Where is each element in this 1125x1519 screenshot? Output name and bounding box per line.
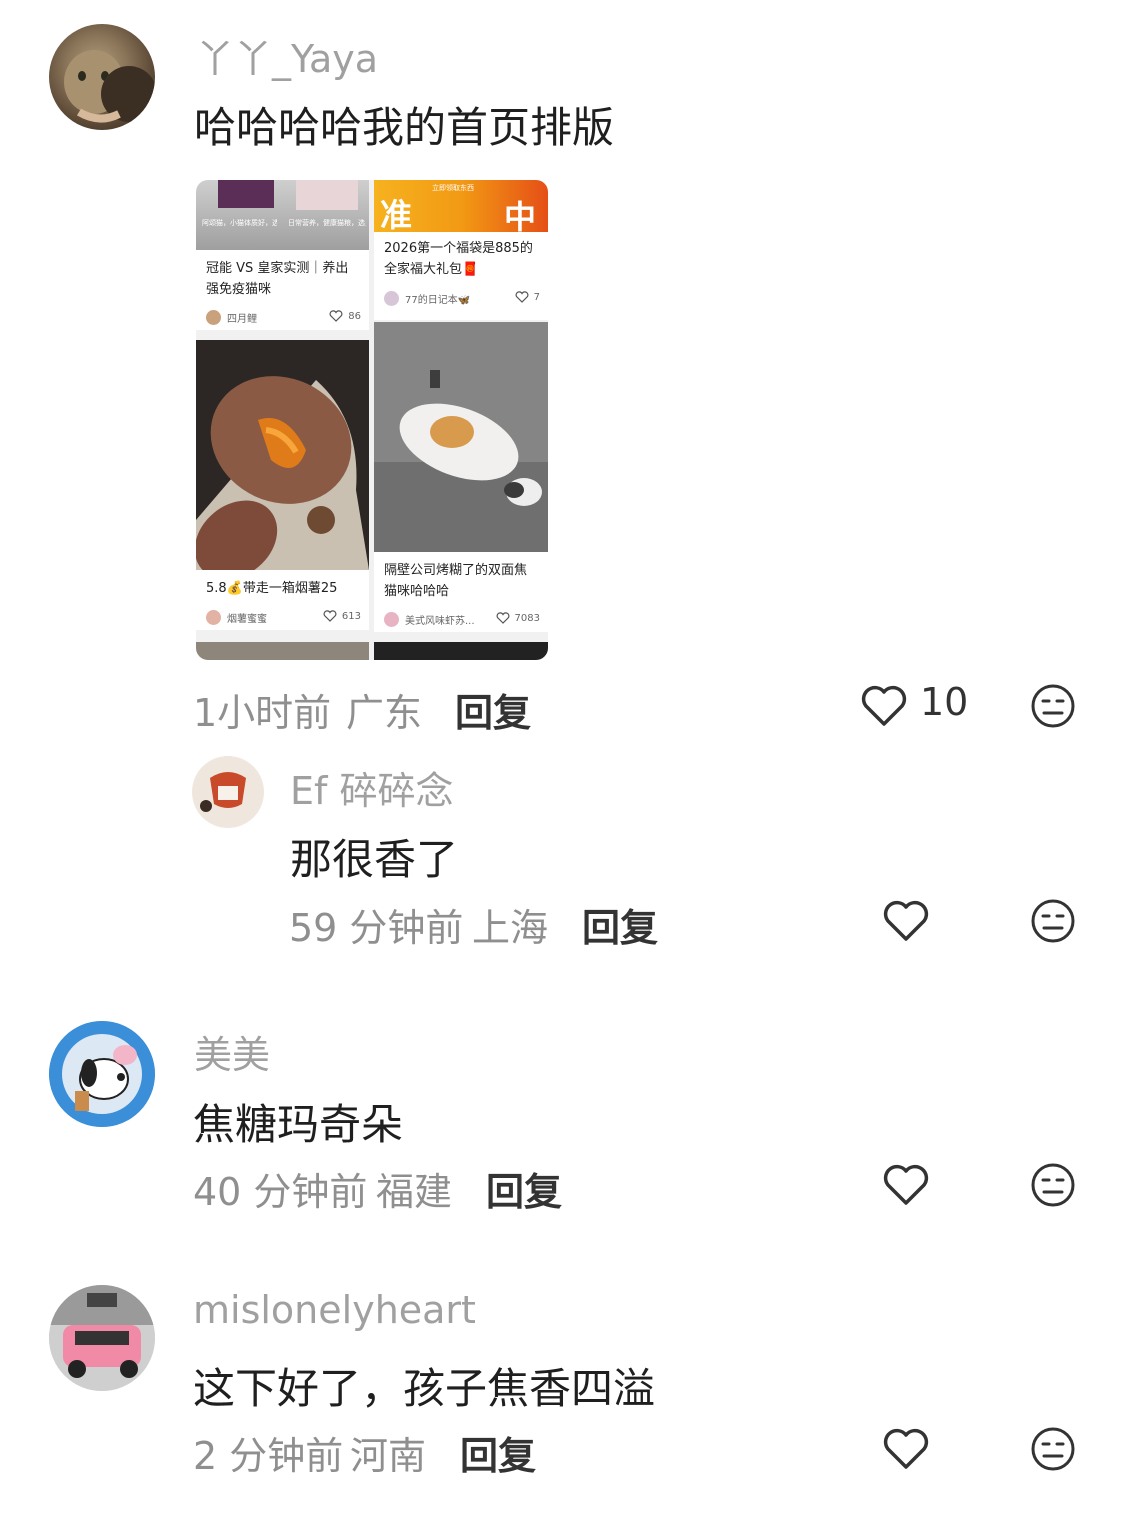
card-likes: 86 — [348, 310, 361, 322]
car-avatar-image — [49, 1285, 155, 1391]
card-likes: 7083 — [514, 612, 540, 624]
avatar[interactable] — [49, 1021, 155, 1127]
dislike-face-icon[interactable] — [1030, 1426, 1076, 1472]
feed-card: 立即领取东西 准 中 2026第一个福袋是885的全家福大礼包🧧 77的日记本🦋… — [374, 180, 548, 320]
sweet-potato-photo — [196, 340, 369, 580]
snoopy-avatar-image — [49, 1021, 155, 1127]
heart-icon — [515, 291, 529, 303]
card-author: 烟薯蜜蜜 — [227, 614, 267, 625]
reply-button[interactable]: 回复 — [455, 682, 531, 737]
comment-time: 1小时前 — [193, 691, 332, 735]
dislike-face-icon[interactable] — [1030, 1162, 1076, 1208]
feed-card: 隔壁公司烤糊了的双面焦猫咪哈哈哈 美式风味虾苏... 7083 — [374, 322, 548, 632]
comment-text: 那很香了 — [290, 835, 459, 884]
comment-username[interactable]: 丫丫_Yaya — [196, 28, 378, 83]
feed-card-partial — [374, 642, 548, 660]
comment-location: 河南 — [350, 1434, 427, 1478]
comment-time: 59 分钟前 — [289, 906, 464, 950]
reply-button[interactable]: 回复 — [582, 897, 658, 952]
comment-text: 焦糖玛奇朵 — [193, 1100, 404, 1149]
author-avatar — [206, 610, 221, 625]
card-author: 四月鲤 — [227, 314, 257, 325]
comment-text: 哈哈哈哈我的首页排版 — [194, 103, 615, 152]
avatar[interactable] — [49, 1285, 155, 1391]
card-likes: 7 — [533, 291, 540, 303]
card-title: 2026第一个福袋是885的全家福大礼包🧧 — [384, 241, 533, 277]
avatar[interactable] — [49, 24, 155, 130]
comment-location: 福建 — [376, 1170, 453, 1214]
avatar[interactable] — [192, 756, 264, 828]
author-avatar — [384, 612, 399, 627]
comment-username[interactable]: 美美 — [194, 1024, 270, 1079]
comment-username[interactable]: mislonelyheart — [193, 1288, 476, 1332]
comment-image[interactable]: 阿颂猫，小猫体质好，选冠能 日常营养，健康猫粮，选皇家 冠能 VS 皇家实测｜养… — [196, 180, 548, 660]
cat-photo — [374, 322, 548, 552]
avatar-image — [192, 756, 264, 828]
heart-icon[interactable] — [882, 1427, 930, 1471]
card-banner: 立即领取东西 — [432, 184, 474, 192]
card-big-text-right: 中 — [504, 198, 537, 236]
reply-button[interactable]: 回复 — [486, 1161, 562, 1216]
card-title: 隔壁公司烤糊了的双面焦猫咪哈哈哈 — [384, 563, 528, 599]
comment-time: 40 分钟前 — [193, 1170, 368, 1214]
heart-icon — [329, 310, 343, 322]
heart-icon[interactable] — [882, 899, 930, 943]
card-title: 5.8💰带走一箱烟薯25 — [206, 581, 338, 596]
card-author: 77的日记本🦋 — [405, 295, 471, 306]
heart-icon[interactable] — [882, 1163, 930, 1207]
comment-text: 这下好了，孩子焦香四溢 — [193, 1364, 656, 1413]
feed-card: 阿颂猫，小猫体质好，选冠能 日常营养，健康猫粮，选皇家 冠能 VS 皇家实测｜养… — [196, 180, 369, 330]
dislike-face-icon[interactable] — [1030, 898, 1076, 944]
card-title: 冠能 VS 皇家实测｜养出强免疫猫咪 — [206, 261, 349, 297]
author-avatar — [206, 310, 221, 325]
comment-location: 上海 — [472, 906, 549, 950]
heart-icon[interactable] — [860, 684, 908, 728]
dislike-face-icon[interactable] — [1030, 683, 1076, 729]
comment-location: 广东 — [346, 691, 423, 735]
card-big-text-left: 准 — [380, 196, 413, 234]
like-count: 10 — [920, 680, 969, 724]
card-banner-right: 日常营养，健康猫粮，选皇家 — [288, 219, 366, 227]
comment-username[interactable]: Ef 碎碎念 — [290, 760, 453, 815]
cat-avatar-image — [64, 50, 155, 123]
comment-time: 2 分钟前 — [193, 1434, 344, 1478]
heart-icon — [323, 610, 337, 622]
card-banner-left: 阿颂猫，小猫体质好，选冠能 — [202, 219, 277, 227]
card-author: 美式风味虾苏... — [405, 616, 475, 627]
author-avatar — [384, 291, 399, 306]
reply-button[interactable]: 回复 — [460, 1425, 536, 1480]
card-likes: 613 — [341, 610, 361, 622]
heart-icon — [496, 612, 510, 624]
feed-card-partial — [196, 642, 369, 660]
feed-card: 5.8💰带走一箱烟薯25 烟薯蜜蜜 613 — [196, 340, 369, 630]
